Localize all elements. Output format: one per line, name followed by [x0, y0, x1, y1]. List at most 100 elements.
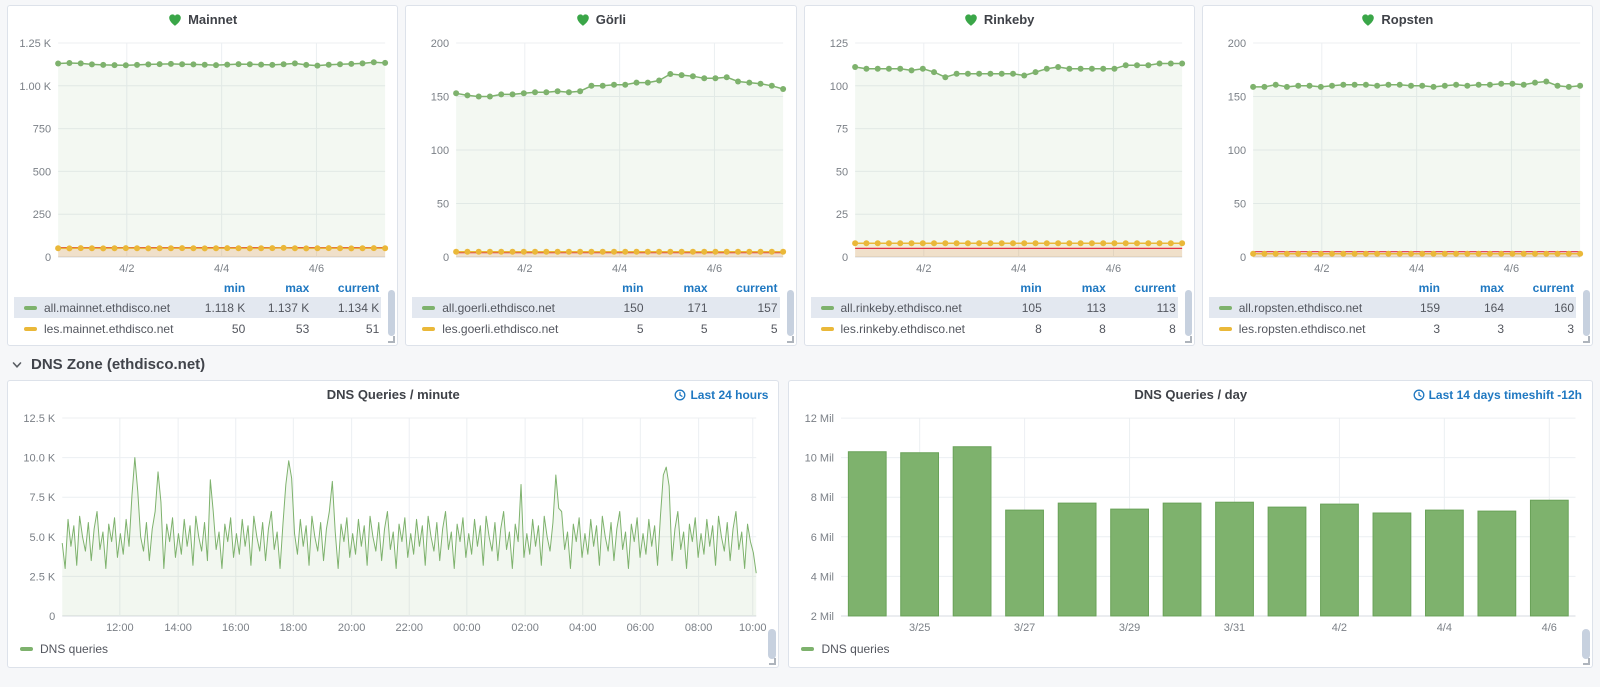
series-color-swatch	[20, 647, 33, 651]
series-toggle[interactable]: les.goerli.ethdisco.net	[412, 322, 581, 336]
legend-row: les.mainnet.ethdisco.net 50 53 51	[14, 318, 381, 339]
svg-text:75: 75	[835, 124, 847, 136]
chevron-down-icon	[11, 359, 23, 371]
legend-scrollbar[interactable]	[787, 290, 794, 336]
series-min: 50	[183, 322, 247, 336]
panel-resize-handle[interactable]	[1583, 336, 1590, 343]
dns-minute-chart[interactable]: 02.5 K5.0 K7.5 K10.0 K12.5 K12:0014:0016…	[14, 408, 772, 636]
svg-text:4/4: 4/4	[612, 263, 627, 275]
series-toggle[interactable]: all.rinkeby.ethdisco.net	[811, 301, 980, 315]
svg-text:1.00 K: 1.00 K	[19, 81, 51, 93]
mainnet-chart[interactable]: 02505007501.00 K1.25 K4/24/44/6	[14, 33, 391, 277]
legend-row: all.goerli.ethdisco.net 150 171 157	[412, 297, 779, 318]
ropsten-chart[interactable]: 0501001502004/24/44/6	[1209, 33, 1586, 277]
dns-panels-row: DNS Queries / minute Last 24 hours 02.5 …	[7, 380, 1593, 668]
panel-resize-handle[interactable]	[1185, 336, 1192, 343]
series-color-swatch	[821, 306, 834, 310]
panel-mainnet: Mainnet 02505007501.00 K1.25 K4/24/44/6 …	[7, 5, 398, 346]
series-label[interactable]: DNS queries	[40, 642, 108, 656]
legend-scrollbar[interactable]	[1185, 290, 1192, 336]
series-toggle[interactable]: all.goerli.ethdisco.net	[412, 301, 581, 315]
svg-text:00:00: 00:00	[453, 622, 481, 634]
svg-text:4/2: 4/2	[916, 263, 931, 275]
legend-header-max[interactable]: max	[646, 281, 710, 295]
svg-text:100: 100	[1228, 145, 1246, 157]
panel-resize-handle[interactable]	[1583, 658, 1590, 665]
series-current: 51	[311, 322, 381, 336]
panel-title-dns-minute[interactable]: DNS Queries / minute	[327, 387, 460, 402]
panel-title-rinkeby[interactable]: Rinkeby	[811, 6, 1188, 33]
series-max: 164	[1442, 301, 1506, 315]
legend-header-min[interactable]: min	[183, 281, 247, 295]
series-toggle[interactable]: les.ropsten.ethdisco.net	[1209, 322, 1378, 336]
svg-text:04:00: 04:00	[569, 622, 597, 634]
dns-day-legend: DNS queries	[795, 636, 1586, 662]
series-min: 159	[1378, 301, 1442, 315]
svg-text:100: 100	[829, 81, 847, 93]
svg-text:20:00: 20:00	[338, 622, 366, 634]
panel-scrollbar[interactable]	[1582, 629, 1590, 659]
legend-header-current[interactable]: current	[311, 281, 381, 295]
legend-header-current[interactable]: current	[710, 281, 780, 295]
series-current: 8	[1108, 322, 1178, 336]
dns-day-chart[interactable]: 2 Mil4 Mil6 Mil8 Mil10 Mil12 Mil3/253/27…	[795, 408, 1586, 636]
panel-title-mainnet[interactable]: Mainnet	[14, 6, 391, 33]
time-range-text: Last 24 hours	[690, 388, 768, 402]
panel-title-ropsten[interactable]: Ropsten	[1209, 6, 1586, 33]
panel-dns-minute: DNS Queries / minute Last 24 hours 02.5 …	[7, 380, 779, 668]
panel-title-goerli[interactable]: Görli	[412, 6, 789, 33]
series-toggle[interactable]: all.ropsten.ethdisco.net	[1209, 301, 1378, 315]
time-range-dns-day[interactable]: Last 14 days timeshift -12h	[1413, 381, 1582, 408]
svg-text:12.5 K: 12.5 K	[23, 413, 55, 425]
series-min: 1.118 K	[183, 301, 247, 315]
network-panels-row: Mainnet 02505007501.00 K1.25 K4/24/44/6 …	[7, 5, 1593, 346]
panel-title-dns-day[interactable]: DNS Queries / day	[1134, 387, 1247, 402]
series-toggle[interactable]: les.mainnet.ethdisco.net	[14, 322, 183, 336]
panel-rinkeby: Rinkeby 02550751001254/24/44/6 min max c…	[804, 5, 1195, 346]
time-range-dns-minute[interactable]: Last 24 hours	[674, 381, 768, 408]
legend-header-current[interactable]: current	[1108, 281, 1178, 295]
rinkeby-chart[interactable]: 02550751001254/24/44/6	[811, 33, 1188, 277]
legend-header-max[interactable]: max	[1044, 281, 1108, 295]
svg-text:125: 125	[829, 38, 847, 50]
svg-text:4/6: 4/6	[707, 263, 722, 275]
legend-header-min[interactable]: min	[582, 281, 646, 295]
series-current: 157	[710, 301, 780, 315]
svg-text:22:00: 22:00	[395, 622, 423, 634]
legend-header-max[interactable]: max	[247, 281, 311, 295]
panel-dns-day: DNS Queries / day Last 14 days timeshift…	[788, 380, 1593, 668]
clock-icon	[674, 389, 686, 401]
series-toggle[interactable]: les.rinkeby.ethdisco.net	[811, 322, 980, 336]
series-min: 150	[582, 301, 646, 315]
series-color-swatch	[821, 327, 834, 331]
svg-text:4/6: 4/6	[309, 263, 324, 275]
legend-header-min[interactable]: min	[1378, 281, 1442, 295]
legend-header-current[interactable]: current	[1506, 281, 1576, 295]
svg-text:50: 50	[1234, 199, 1246, 211]
legend-header-min[interactable]: min	[980, 281, 1044, 295]
series-color-swatch	[24, 327, 37, 331]
svg-text:50: 50	[437, 199, 449, 211]
svg-text:06:00: 06:00	[627, 622, 655, 634]
series-fill	[456, 74, 783, 257]
svg-text:4/6: 4/6	[1542, 622, 1557, 634]
goerli-chart[interactable]: 0501001502004/24/44/6	[412, 33, 789, 277]
svg-text:14:00: 14:00	[164, 622, 192, 634]
series-fill	[855, 64, 1182, 258]
legend-scrollbar[interactable]	[388, 290, 395, 336]
svg-text:3/31: 3/31	[1224, 622, 1245, 634]
svg-text:10.0 K: 10.0 K	[23, 453, 55, 465]
series-min: 5	[582, 322, 646, 336]
legend-scrollbar[interactable]	[1583, 290, 1590, 336]
legend-header-max[interactable]: max	[1442, 281, 1506, 295]
panel-resize-handle[interactable]	[769, 658, 776, 665]
series-toggle[interactable]: all.mainnet.ethdisco.net	[14, 301, 183, 315]
svg-text:250: 250	[33, 209, 51, 221]
panel-scrollbar[interactable]	[768, 629, 776, 659]
clock-icon	[1413, 389, 1425, 401]
row-dns-zone[interactable]: DNS Zone (ethdisco.net)	[7, 346, 1593, 380]
series-label[interactable]: DNS queries	[821, 642, 889, 656]
panel-resize-handle[interactable]	[388, 336, 395, 343]
svg-text:4/2: 4/2	[517, 263, 532, 275]
panel-resize-handle[interactable]	[787, 336, 794, 343]
